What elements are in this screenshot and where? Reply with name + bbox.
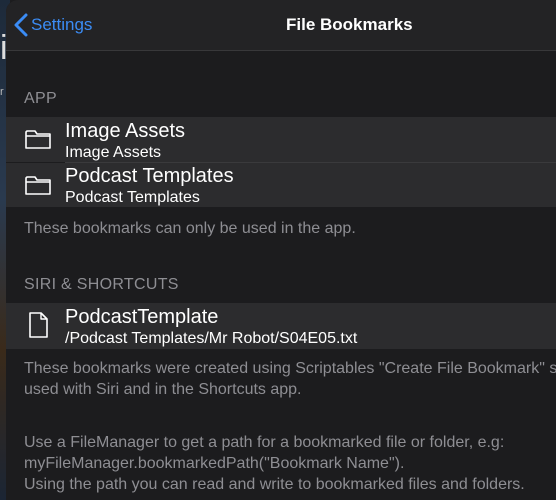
bookmark-row-podcast-templates[interactable]: Podcast Templates Podcast Templates xyxy=(6,163,556,207)
section-footer-siri-line-4: Use a FileManager to get a path for a bo… xyxy=(24,434,505,451)
folder-icon xyxy=(24,125,52,153)
section-footer-app: These bookmarks can only be used in the … xyxy=(24,220,356,237)
bookmark-subtitle: Podcast Templates xyxy=(65,189,200,206)
bookmark-title: Podcast Templates xyxy=(65,165,234,187)
chevron-left-icon xyxy=(14,13,28,37)
file-icon xyxy=(24,311,52,339)
section-header-siri-shortcuts: SIRI & SHORTCUTS xyxy=(24,276,179,293)
settings-sheet: Settings File Bookmarks APP Image Assets… xyxy=(6,0,556,500)
bookmark-path: /Podcast Templates/Mr Robot/S04E05.txt xyxy=(65,330,358,347)
bookmark-title: Image Assets xyxy=(65,120,186,142)
section-footer-siri-line-6: Using the path you can read and write to… xyxy=(24,476,525,493)
bookmark-subtitle: Image Assets xyxy=(65,144,162,161)
folder-icon xyxy=(24,171,52,199)
section-footer-siri-line-1: These bookmarks were created using Scrip… xyxy=(24,360,556,377)
section-footer-siri-line-5: myFileManager.bookmarkedPath("Bookmark N… xyxy=(24,455,405,472)
bookmark-title: PodcastTemplate xyxy=(65,306,219,328)
bookmark-row-podcast-template[interactable]: PodcastTemplate /Podcast Templates/Mr Ro… xyxy=(6,303,556,349)
bookmark-row-image-assets[interactable]: Image Assets Image Assets xyxy=(6,117,556,162)
navigation-bar: Settings File Bookmarks xyxy=(6,0,556,51)
section-header-app: APP xyxy=(24,90,57,107)
section-footer-siri-line-2: used with Siri and in the Shortcuts app. xyxy=(24,381,302,398)
page-title: File Bookmarks xyxy=(286,15,413,34)
back-button[interactable]: Settings xyxy=(14,12,92,38)
back-button-label: Settings xyxy=(31,15,93,34)
